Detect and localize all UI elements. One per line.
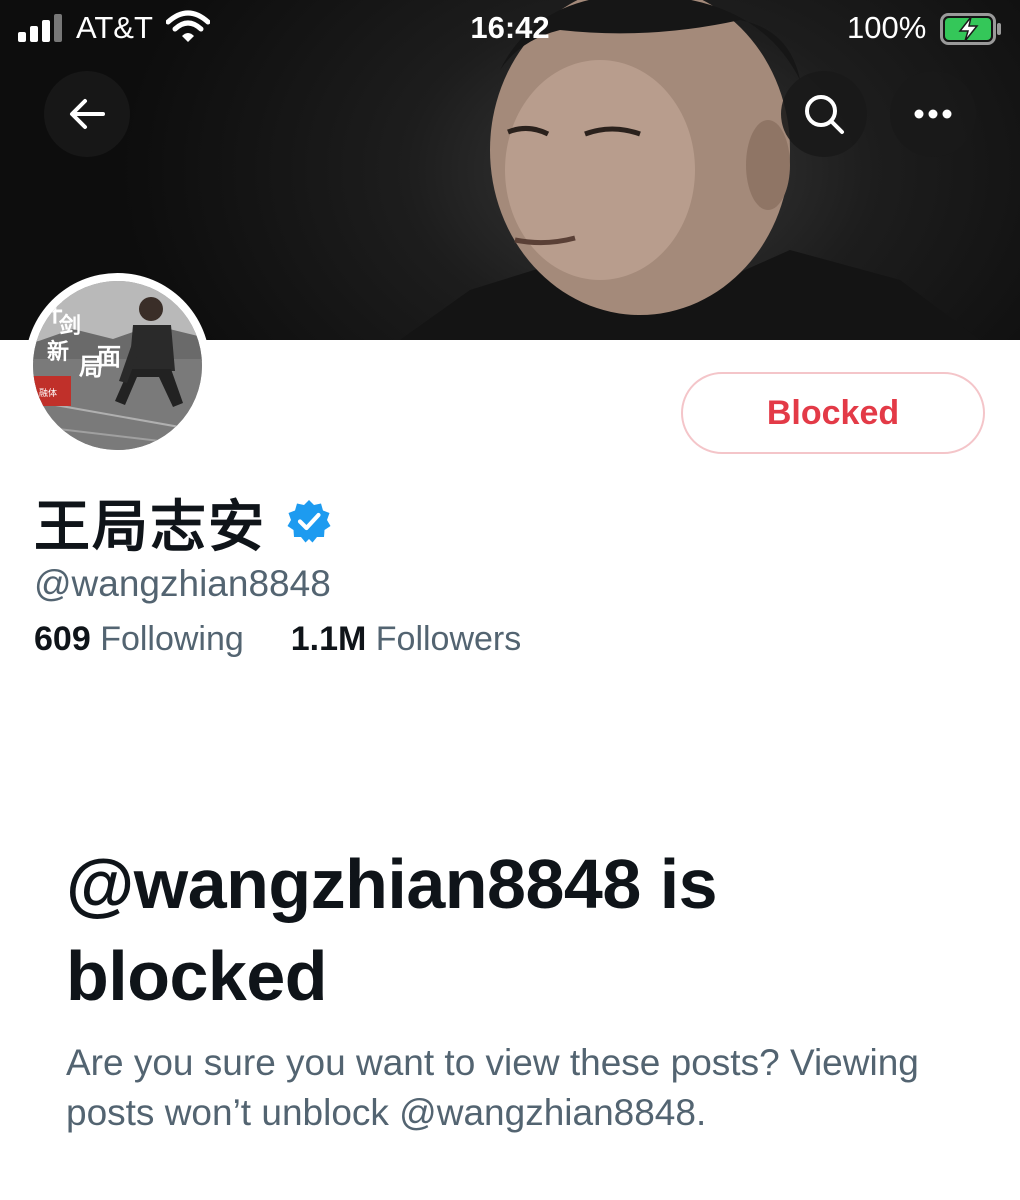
followers-count: 1.1M	[290, 620, 367, 658]
profile-avatar[interactable]: 开 剑 新 局 面 融体	[25, 273, 210, 458]
ellipsis-icon	[914, 109, 952, 119]
blocked-notice-message: Are you sure you want to view these post…	[66, 1042, 919, 1133]
back-button[interactable]	[44, 71, 130, 157]
battery-percentage: 100%	[847, 10, 927, 45]
avatar-caption-5: 面	[97, 342, 121, 371]
following-count: 609	[34, 620, 91, 658]
blocked-notice-title: @wangzhian8848 is blocked	[66, 845, 718, 1015]
battery-charging-icon	[940, 13, 1001, 45]
search-button[interactable]	[781, 71, 867, 157]
avatar-caption-2: 剑	[58, 313, 81, 339]
profile-handle: @wangzhian8848	[34, 563, 331, 604]
display-name: 王局志安	[34, 495, 266, 560]
verified-badge-icon	[287, 500, 331, 543]
blocked-button-label: Blocked	[766, 393, 900, 432]
avatar-caption-small: 融体	[39, 387, 57, 399]
following-label: Following	[100, 620, 244, 658]
following-link[interactable]: 609 Following	[34, 620, 253, 658]
status-bar: AT&T 16:42 100%	[0, 0, 1020, 58]
arrow-left-icon	[70, 99, 105, 129]
avatar-caption-3: 新	[47, 339, 69, 365]
followers-link[interactable]: 1.1M Followers	[291, 620, 522, 658]
followers-label: Followers	[375, 620, 522, 658]
avatar-image: 开 剑 新 局 面 融体	[33, 281, 202, 450]
more-options-button[interactable]	[890, 71, 976, 157]
search-icon	[805, 95, 844, 134]
blocked-button[interactable]: Blocked	[681, 372, 985, 454]
profile-stats: 609 Following 1.1M Followers	[34, 620, 521, 659]
